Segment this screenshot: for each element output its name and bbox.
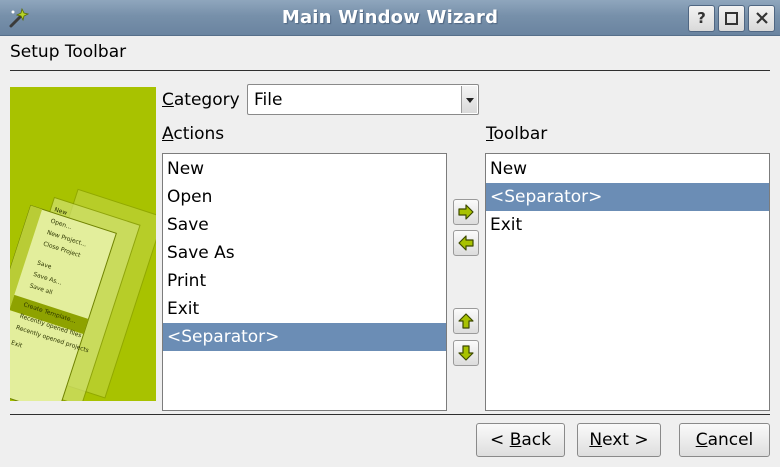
actions-item-exit[interactable]: Exit: [163, 295, 446, 323]
window-title: Main Window Wizard: [281, 7, 499, 28]
category-label: Category: [162, 90, 240, 110]
help-button[interactable]: ?: [688, 5, 715, 32]
footer-divider: [10, 414, 770, 415]
wizard-side-image: New Open... New Project... Close Project…: [10, 87, 156, 401]
category-combobox[interactable]: File: [247, 84, 479, 115]
actions-item-save[interactable]: Save: [163, 211, 446, 239]
actions-item-separator[interactable]: <Separator>: [163, 323, 446, 351]
actions-item-open[interactable]: Open: [163, 183, 446, 211]
actions-list[interactable]: New Open Save Save As Print Exit <Separa…: [162, 153, 447, 411]
remove-from-toolbar-button[interactable]: [453, 230, 479, 256]
header-divider: [10, 70, 770, 71]
arrow-up-icon: [458, 313, 474, 329]
actions-item-print[interactable]: Print: [163, 267, 446, 295]
close-icon: [755, 12, 768, 24]
close-button[interactable]: [748, 5, 775, 32]
title-bar[interactable]: Main Window Wizard ?: [0, 0, 780, 36]
page-title: Setup Toolbar: [10, 42, 127, 62]
move-up-button[interactable]: [453, 308, 479, 334]
toolbar-label: Toolbar: [486, 124, 548, 144]
toolbar-list[interactable]: New <Separator> Exit: [485, 153, 770, 411]
arrow-down-icon: [458, 345, 474, 361]
actions-label: Actions: [162, 124, 225, 144]
category-selected-value: File: [254, 90, 283, 110]
toolbar-item-exit[interactable]: Exit: [486, 211, 769, 239]
arrow-left-icon: [458, 235, 474, 251]
actions-item-save-as[interactable]: Save As: [163, 239, 446, 267]
maximize-button[interactable]: [718, 5, 745, 32]
chevron-down-icon[interactable]: [461, 86, 477, 113]
back-button[interactable]: < Back: [476, 423, 565, 457]
move-down-button[interactable]: [453, 340, 479, 366]
toolbar-item-separator[interactable]: <Separator>: [486, 183, 769, 211]
actions-item-new[interactable]: New: [163, 155, 446, 183]
toolbar-item-new[interactable]: New: [486, 155, 769, 183]
maximize-icon: [725, 12, 738, 25]
arrow-right-icon: [458, 204, 474, 220]
cancel-button[interactable]: Cancel: [679, 423, 770, 457]
wizard-illustration: New Open... New Project... Close Project…: [10, 188, 156, 401]
next-button[interactable]: Next >: [577, 423, 661, 457]
add-to-toolbar-button[interactable]: [453, 199, 479, 225]
